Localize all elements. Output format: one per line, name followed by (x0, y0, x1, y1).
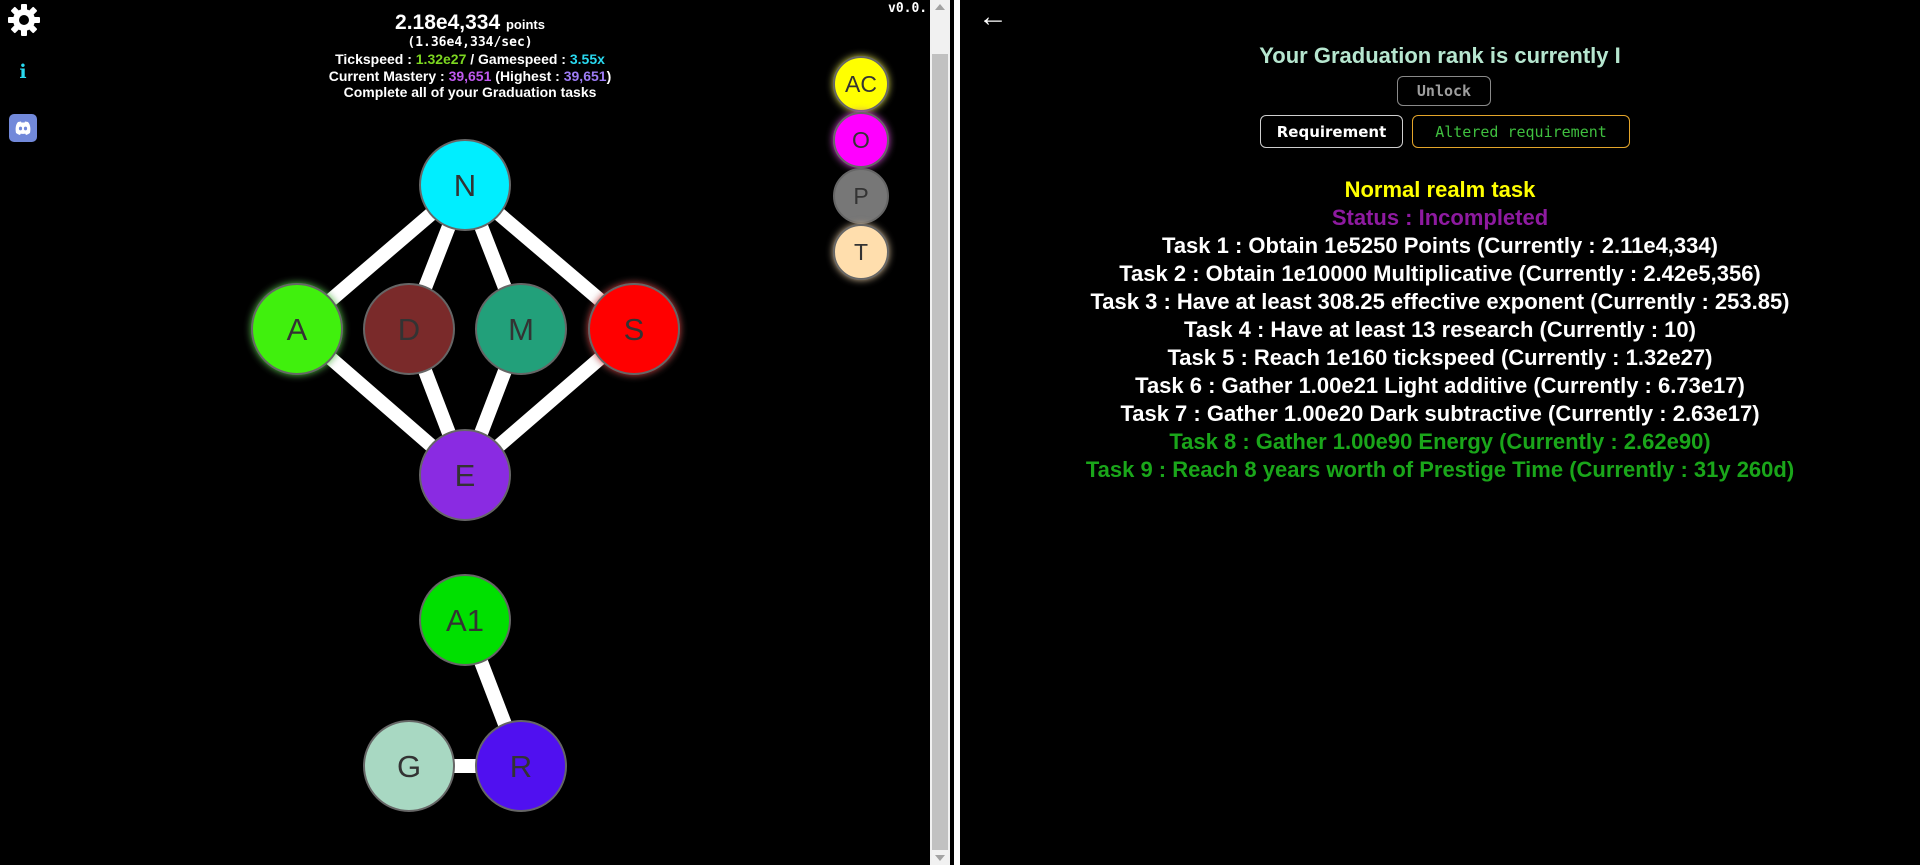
tree-node-d[interactable]: D (363, 283, 455, 375)
altered-requirement-button[interactable]: Altered requirement (1412, 115, 1630, 148)
tree-node-r[interactable]: R (475, 720, 567, 812)
tree-node-a1[interactable]: A1 (419, 574, 511, 666)
tree-node-a1-label: A1 (446, 603, 484, 638)
side-node-o[interactable]: O (833, 112, 889, 168)
graduation-pane: ← Your Graduation rank is currently I Un… (960, 0, 1920, 865)
scroll-up-arrow-icon[interactable] (935, 4, 945, 10)
task-list: Normal realm task Status : Incompleted T… (960, 176, 1920, 484)
task-item: Task 6 : Gather 1.00e21 Light additive (… (1135, 373, 1745, 398)
left-arrow-icon[interactable]: ← (978, 2, 1008, 32)
graduation-rank-title: Your Graduation rank is currently I (1259, 43, 1621, 68)
tree-node-m[interactable]: M (475, 283, 567, 375)
tree-node-g[interactable]: G (363, 720, 455, 812)
task-status: Status : Incompleted (1331, 205, 1549, 230)
side-node-o-label: O (852, 127, 870, 153)
task-item: Task 2 : Obtain 1e10000 Multiplicative (… (1119, 261, 1761, 286)
tree-node-g-label: G (397, 749, 421, 784)
tree-pane: i 2.18e4,334 points (1.36e4,334/sec) Tic… (0, 0, 930, 865)
task-item: Task 9 : Reach 8 years worth of Prestige… (1085, 457, 1795, 482)
task-item: Task 3 : Have at least 308.25 effective … (1090, 289, 1790, 314)
scroll-down-arrow-icon[interactable] (935, 855, 945, 861)
tree-node-m-label: M (508, 312, 534, 347)
side-node-ac-label: AC (845, 71, 877, 97)
upgrade-tree: N A D M S E A1 G R AC O P T (251, 56, 889, 812)
tree-node-s[interactable]: S (588, 283, 680, 375)
unlock-button[interactable]: Unlock (1397, 76, 1491, 106)
task-item: Task 4 : Have at least 13 research (Curr… (1184, 317, 1696, 342)
task-item: Task 7 : Gather 1.00e20 Dark subtractive… (1120, 401, 1760, 426)
tree-node-a[interactable]: A (251, 283, 343, 375)
task-item: Task 5 : Reach 1e160 tickspeed (Currentl… (1167, 345, 1713, 370)
side-node-ac[interactable]: AC (833, 56, 889, 112)
side-node-t-label: T (854, 239, 868, 265)
tree-node-e[interactable]: E (419, 429, 511, 521)
side-node-p-label: P (853, 183, 868, 209)
task-item: Task 1 : Obtain 1e5250 Points (Currently… (1162, 233, 1718, 258)
tree-node-n-label: N (454, 168, 476, 203)
tree-node-r-label: R (510, 749, 532, 784)
tree-node-n[interactable]: N (419, 139, 511, 231)
side-node-p[interactable]: P (833, 168, 889, 224)
tree-node-a-label: A (287, 312, 308, 347)
tree-node-d-label: D (398, 312, 420, 347)
side-node-t[interactable]: T (833, 224, 889, 280)
task-heading: Normal realm task (1344, 177, 1536, 202)
tree-node-s-label: S (624, 312, 645, 347)
scrollbar-thumb[interactable] (932, 54, 948, 850)
task-item: Task 8 : Gather 1.00e90 Energy (Currentl… (1169, 429, 1711, 454)
vertical-scrollbar[interactable] (930, 0, 950, 865)
requirement-button[interactable]: Requirement (1260, 115, 1403, 148)
tree-node-e-label: E (455, 458, 476, 493)
